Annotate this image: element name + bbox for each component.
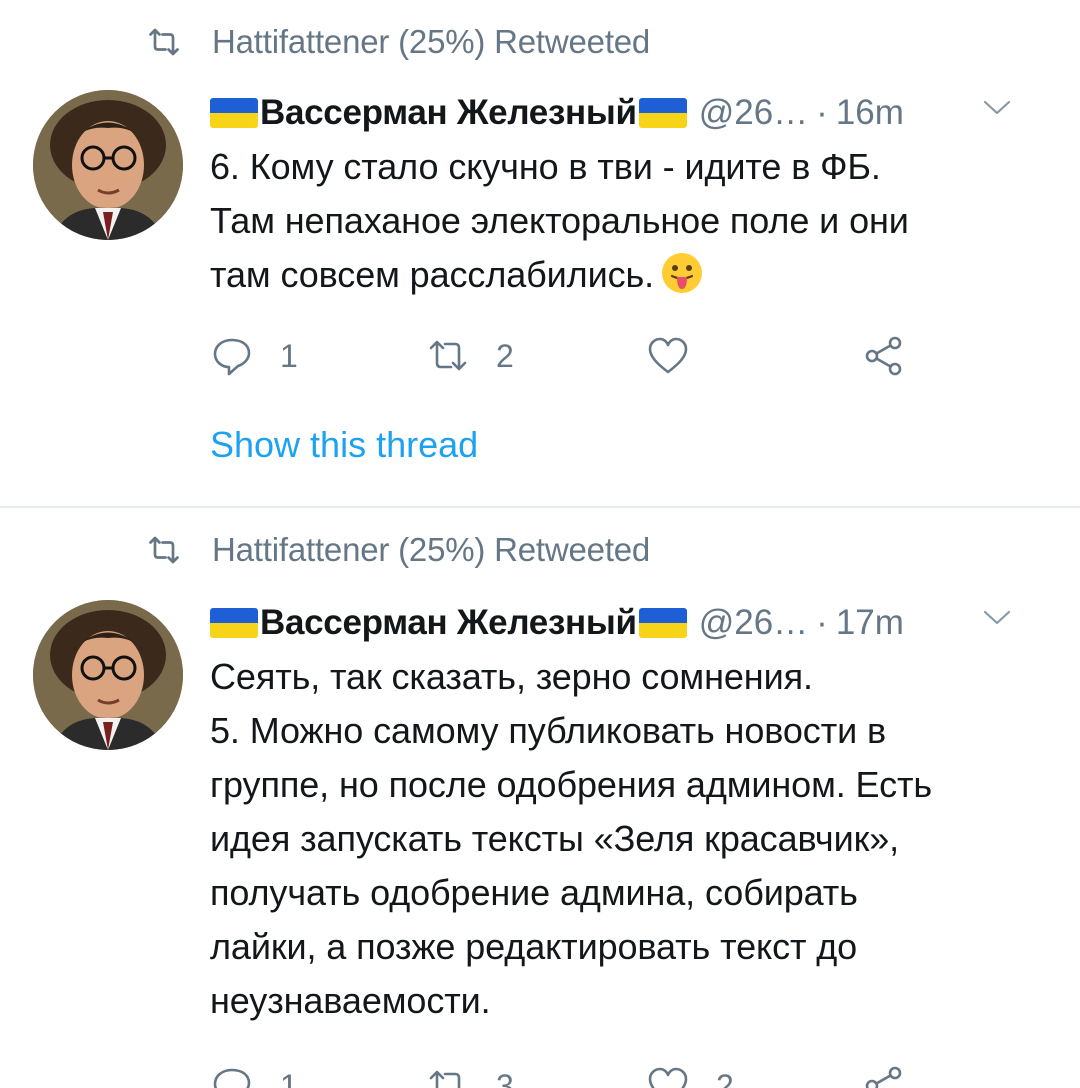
tweet-time[interactable]: 16m xyxy=(836,93,904,133)
tweet-text-line: Там непаханое электоральное поле и они xyxy=(210,200,909,241)
separator-dot: · xyxy=(816,603,828,642)
ukraine-flag-icon xyxy=(210,98,258,128)
retweet-count: 2 xyxy=(496,337,514,374)
timeline: Hattifattener (25%) Retweeted Вассерман … xyxy=(0,0,1080,1088)
retweet-count: 3 xyxy=(496,1067,514,1088)
ukraine-flag-icon xyxy=(638,98,687,128)
like-icon xyxy=(648,337,688,374)
avatar[interactable] xyxy=(33,90,183,240)
tweet-header: Вассерман Железный @26… · 17m xyxy=(210,598,1050,648)
tweet-text-line: идея запускать тексты «Зеля красавчик», xyxy=(210,818,900,859)
show-thread-link[interactable]: Show this thread xyxy=(210,424,478,466)
retweet-icon xyxy=(149,28,179,56)
reply-button[interactable]: 1 xyxy=(210,1056,298,1088)
tweet[interactable]: Hattifattener (25%) Retweeted Вассерман … xyxy=(0,0,1080,508)
tongue-out-face-icon xyxy=(662,253,703,293)
like-button[interactable] xyxy=(646,326,716,386)
tweet-time[interactable]: 17m xyxy=(836,603,904,643)
avatar[interactable] xyxy=(33,600,183,750)
tweet-text-line: 6. Кому стало скучно в тви - идите в ФБ. xyxy=(210,146,881,187)
retweet-context: Hattifattener (25%) Retweeted xyxy=(146,528,650,572)
chevron-down-icon[interactable] xyxy=(982,608,1012,628)
ukraine-flag-icon xyxy=(638,608,687,638)
retweet-button[interactable]: 3 xyxy=(426,1056,514,1088)
reply-icon xyxy=(213,338,251,376)
avatar-image xyxy=(33,600,183,750)
tweet-header: Вассерман Железный @26… · 16m xyxy=(210,88,1050,138)
tweet[interactable]: Hattifattener (25%) Retweeted Вассерман … xyxy=(0,508,1080,1088)
author-name[interactable]: Вассерман Железный xyxy=(260,93,637,133)
author-handle[interactable]: @26… xyxy=(699,93,808,133)
tweet-content: Вассерман Железный @26… · 16m 6. Кому ст… xyxy=(210,88,1050,302)
reply-count: 1 xyxy=(280,337,298,374)
tweet-text: Сеять, так сказать, зерно сомнения. 5. М… xyxy=(210,650,1050,1028)
share-icon xyxy=(865,336,902,376)
like-count: 2 xyxy=(716,1067,734,1088)
retweet-button[interactable]: 2 xyxy=(426,326,514,386)
tweet-text-line: лайки, а позже редактировать текст до xyxy=(210,926,858,967)
author-handle[interactable]: @26… xyxy=(699,603,808,643)
retweet-context-label: Hattifattener (25%) Retweeted xyxy=(212,23,651,60)
tweet-actions: 1 3 2 xyxy=(210,1056,930,1088)
share-icon xyxy=(865,1066,902,1088)
tweet-text-line: группе, но после одобрения админом. Есть xyxy=(210,764,933,805)
reply-button[interactable]: 1 xyxy=(210,326,298,386)
reply-count: 1 xyxy=(280,1067,298,1088)
tweet-text-line: Сеять, так сказать, зерно сомнения. xyxy=(210,656,813,697)
retweet-context: Hattifattener (25%) Retweeted xyxy=(146,20,650,64)
tweet-actions: 1 2 xyxy=(210,326,930,386)
tweet-text-line: неузнаваемости. xyxy=(210,980,491,1021)
tweet-content: Вассерман Железный @26… · 17m Сеять, так… xyxy=(210,598,1050,1028)
share-button[interactable] xyxy=(862,326,906,386)
retweet-icon xyxy=(429,1070,461,1088)
retweet-icon xyxy=(149,536,179,564)
tweet-text-line: 5. Можно самому публиковать новости в xyxy=(210,710,887,751)
chevron-down-icon[interactable] xyxy=(982,98,1012,118)
avatar-image xyxy=(33,90,183,240)
like-icon xyxy=(648,1067,688,1088)
tweet-text: 6. Кому стало скучно в тви - идите в ФБ.… xyxy=(210,140,1050,302)
like-button[interactable]: 2 xyxy=(646,1056,734,1088)
tweet-text-line-content: там совсем расслабились. xyxy=(210,254,655,295)
ukraine-flag-icon xyxy=(210,608,258,638)
share-button[interactable] xyxy=(862,1056,906,1088)
author-name[interactable]: Вассерман Железный xyxy=(260,603,637,643)
retweet-icon xyxy=(429,340,467,371)
tweet-text-line: получать одобрение админа, собирать xyxy=(210,872,858,913)
separator-dot: · xyxy=(816,93,828,132)
reply-icon xyxy=(213,1068,251,1088)
retweet-context-label: Hattifattener (25%) Retweeted xyxy=(212,531,651,568)
tweet-text-line: там совсем расслабились. xyxy=(210,248,1050,302)
